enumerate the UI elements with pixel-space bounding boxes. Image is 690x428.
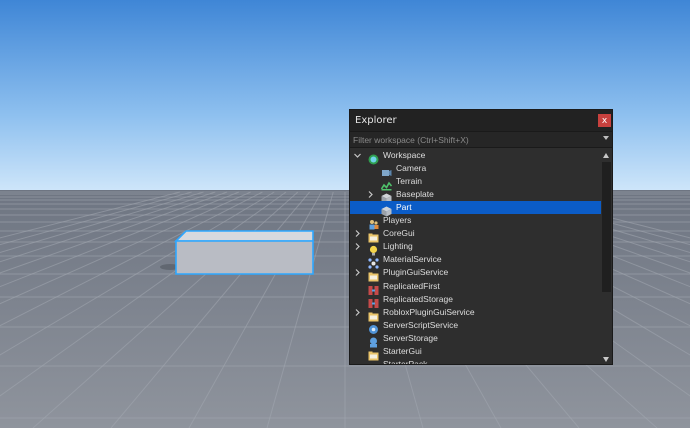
tree-item-label: Players bbox=[383, 215, 412, 226]
chevron-right-icon[interactable] bbox=[353, 227, 362, 240]
tree-item-workspace[interactable]: Workspace bbox=[350, 149, 601, 165]
replicated-icon bbox=[368, 294, 379, 308]
tree-item-robloxpluginguiservice[interactable]: RobloxPluginGuiService bbox=[350, 306, 601, 322]
explorer-panel[interactable]: Explorer x Workspace Camera Terrain Basepla… bbox=[349, 109, 613, 365]
chevron-down-icon[interactable] bbox=[353, 149, 362, 162]
scroll-up-icon[interactable] bbox=[603, 153, 609, 158]
tree-item-label: ServerScriptService bbox=[383, 319, 459, 330]
tree-item-label: PluginGuiService bbox=[383, 267, 449, 278]
part-cube-icon bbox=[381, 202, 392, 217]
camera-icon bbox=[381, 163, 392, 177]
starter-pack-icon bbox=[368, 359, 379, 364]
folder-gui-icon bbox=[368, 307, 379, 322]
tree-item-serverstorage[interactable]: ServerStorage bbox=[350, 332, 601, 348]
folder-gui-icon bbox=[368, 346, 379, 361]
tree-item-serverscriptservice[interactable]: ServerScriptService bbox=[350, 319, 601, 334]
tree-item-pluginguiservice[interactable]: PluginGuiService bbox=[350, 266, 601, 282]
tree-item-camera[interactable]: Camera bbox=[350, 162, 601, 177]
tree-item-label: StarterGui bbox=[383, 345, 422, 356]
scroll-down-icon[interactable] bbox=[603, 357, 609, 362]
tree-item-startergui[interactable]: StarterGui bbox=[350, 345, 601, 361]
server-storage-icon bbox=[368, 333, 379, 348]
part-block[interactable] bbox=[160, 230, 314, 275]
tree-item-starterpack[interactable]: StarterPack bbox=[350, 358, 601, 365]
workspace-globe-icon bbox=[368, 150, 379, 165]
explorer-title: Explorer bbox=[355, 115, 397, 126]
tree-item-label: Terrain bbox=[396, 176, 422, 187]
tree-item-lighting[interactable]: Lighting bbox=[350, 240, 601, 256]
chevron-right-icon[interactable] bbox=[353, 266, 362, 279]
part-cube-icon bbox=[381, 189, 392, 204]
tree-item-label: Baseplate bbox=[396, 189, 434, 200]
scrollbar-thumb[interactable] bbox=[602, 162, 611, 292]
scrollbar[interactable] bbox=[601, 148, 612, 364]
replicated-icon bbox=[368, 281, 379, 295]
material-service-icon bbox=[368, 254, 379, 269]
tree-item-label: MaterialService bbox=[383, 254, 442, 265]
terrain-icon bbox=[380, 176, 393, 191]
tree-item-label: StarterPack bbox=[383, 358, 428, 365]
explorer-titlebar[interactable]: Explorer x bbox=[350, 110, 612, 131]
tree-item-label: CoreGui bbox=[383, 228, 415, 239]
tree-item-label: ServerStorage bbox=[383, 332, 438, 343]
tree-item-label: ReplicatedStorage bbox=[383, 293, 453, 304]
tree-item-label: Lighting bbox=[383, 241, 413, 252]
filter-bar[interactable] bbox=[350, 131, 612, 148]
chevron-down-icon[interactable] bbox=[603, 136, 609, 140]
folder-gui-icon bbox=[368, 228, 379, 243]
tree-item-coregui[interactable]: CoreGui bbox=[350, 227, 601, 243]
lightbulb-icon bbox=[368, 241, 379, 256]
tree-item-label: Part bbox=[396, 202, 412, 213]
players-icon bbox=[368, 215, 379, 230]
close-button[interactable]: x bbox=[598, 114, 611, 127]
tree-item-label: ReplicatedFirst bbox=[383, 280, 440, 291]
server-script-icon bbox=[368, 320, 379, 334]
tree-item-players[interactable]: Players bbox=[350, 214, 601, 230]
tree-item-terrain[interactable]: Terrain bbox=[350, 175, 601, 191]
tree-item-materialservice[interactable]: MaterialService bbox=[350, 253, 601, 269]
tree-item-part[interactable]: Part bbox=[350, 201, 601, 217]
tree-item-label: RobloxPluginGuiService bbox=[383, 306, 475, 317]
chevron-right-icon[interactable] bbox=[353, 306, 362, 319]
filter-input[interactable] bbox=[350, 134, 598, 145]
tree-item-label: Workspace bbox=[383, 150, 426, 160]
tree-item-replicatedstorage[interactable]: ReplicatedStorage bbox=[350, 293, 601, 308]
explorer-tree[interactable]: Workspace Camera Terrain Baseplate Part Playe… bbox=[350, 148, 601, 365]
tree-item-label: Camera bbox=[396, 163, 427, 174]
folder-gui-icon bbox=[368, 267, 379, 282]
tree-item-replicatedfirst[interactable]: ReplicatedFirst bbox=[350, 280, 601, 295]
chevron-right-icon[interactable] bbox=[353, 240, 362, 253]
tree-item-baseplate[interactable]: Baseplate bbox=[350, 188, 601, 204]
chevron-right-icon[interactable] bbox=[366, 188, 375, 201]
